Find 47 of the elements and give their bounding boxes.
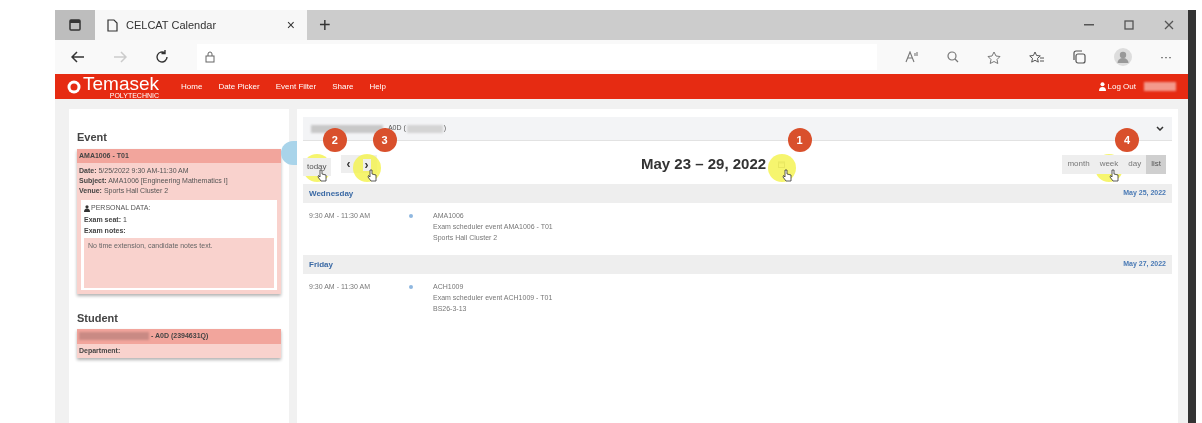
profile-icon[interactable] — [1114, 48, 1132, 66]
reload-icon[interactable] — [155, 50, 169, 64]
hand-cursor-icon — [316, 169, 327, 182]
search-icon[interactable] — [947, 51, 959, 63]
person-icon — [84, 204, 90, 212]
nav-link[interactable]: Date Picker — [218, 80, 260, 93]
nav-link[interactable]: Home — [181, 80, 203, 93]
view-tab[interactable]: week — [1094, 154, 1124, 174]
date-range-title: May 23 – 29, 2022 — [641, 153, 767, 174]
chevron-down-icon — [1156, 126, 1164, 131]
user-icon — [1098, 82, 1106, 91]
section-heading: Student — [77, 310, 119, 326]
nav-link[interactable]: Help — [369, 80, 386, 93]
tab-actions-icon[interactable] — [69, 19, 81, 31]
collections-icon[interactable] — [1072, 50, 1086, 64]
blurred-redaction — [79, 332, 149, 341]
collapse-handle[interactable] — [281, 141, 297, 165]
browser-tab[interactable]: CELCAT Calendar × — [95, 10, 307, 40]
read-aloud-icon[interactable] — [905, 51, 919, 63]
favorite-add-icon[interactable] — [987, 50, 1001, 64]
nav-link[interactable]: Share — [332, 80, 354, 93]
back-icon[interactable] — [71, 51, 85, 63]
minimize-icon[interactable] — [1084, 24, 1094, 26]
new-tab-button[interactable]: + — [319, 15, 331, 35]
scrollbar[interactable] — [1188, 10, 1196, 423]
hand-cursor-icon — [1108, 169, 1119, 182]
lock-icon — [205, 51, 215, 63]
hand-cursor-icon — [781, 169, 792, 182]
favorites-icon[interactable] — [1029, 50, 1044, 64]
maximize-icon[interactable] — [1124, 20, 1134, 30]
more-menu-button[interactable]: ··· — [1160, 48, 1172, 66]
blurred-redaction — [406, 124, 443, 133]
close-icon[interactable] — [1164, 20, 1174, 30]
close-tab-icon[interactable]: × — [286, 14, 295, 36]
section-heading: Event — [77, 130, 108, 145]
logo-icon — [67, 79, 81, 94]
nav-link[interactable]: Event Filter — [275, 80, 317, 93]
logo-text: Temasek — [83, 74, 160, 92]
blurred-redaction — [1144, 82, 1176, 91]
address-field[interactable] — [197, 44, 877, 70]
page-icon — [107, 18, 118, 32]
today-button[interactable]: today — [303, 158, 331, 176]
hand-cursor-icon — [366, 169, 377, 182]
tab-title: CELCAT Calendar — [126, 17, 218, 33]
previous-button[interactable]: ‹ — [346, 158, 351, 170]
view-tab[interactable]: list — [1146, 154, 1166, 174]
logout-link[interactable]: Log Out — [1107, 80, 1136, 93]
